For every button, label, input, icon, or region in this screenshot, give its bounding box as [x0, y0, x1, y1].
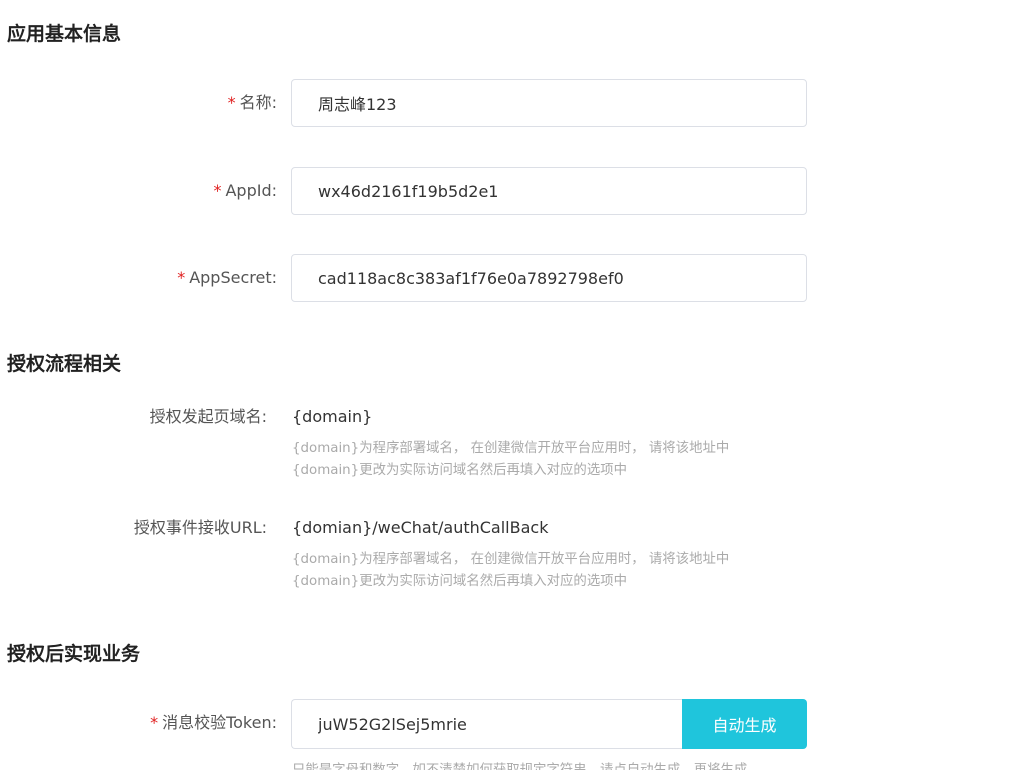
auth-callback-help-2: {domain}更改为实际访问域名然后再填入对应的选项中: [292, 574, 627, 589]
token-label: * 消息校验Token:: [0, 712, 277, 734]
auth-callback-label: 授权事件接收URL:: [133, 518, 267, 537]
auth-domain-value: {domain}: [292, 407, 373, 426]
name-input[interactable]: [291, 79, 807, 127]
section-title-business: 授权后实现业务: [7, 643, 141, 665]
appid-label-text: AppId:: [225, 181, 277, 200]
auth-domain-help-1: {domain}为程序部署域名， 在创建微信开放平台应用时， 请将该地址中: [292, 441, 730, 456]
appid-input[interactable]: [291, 167, 807, 215]
appsecret-label-text: AppSecret:: [189, 268, 277, 287]
required-mark: *: [213, 181, 222, 200]
auth-callback-help-1: {domain}为程序部署域名， 在创建微信开放平台应用时， 请将该地址中: [292, 552, 730, 567]
auth-domain-help-2: {domain}更改为实际访问域名然后再填入对应的选项中: [292, 463, 627, 478]
required-mark: *: [227, 93, 236, 112]
auto-generate-button[interactable]: 自动生成: [682, 699, 807, 749]
name-label-text: 名称:: [239, 93, 277, 112]
required-mark: *: [150, 713, 159, 732]
section-title-basic: 应用基本信息: [7, 23, 122, 45]
token-input[interactable]: [291, 699, 683, 749]
auth-domain-label: 授权发起页域名:: [149, 407, 267, 426]
token-input-group: 自动生成: [291, 699, 807, 749]
appid-label: * AppId:: [0, 180, 277, 202]
name-label: * 名称:: [0, 92, 277, 114]
appsecret-label: * AppSecret:: [0, 267, 277, 289]
auth-callback-value: {domian}/weChat/authCallBack: [292, 518, 549, 537]
app-settings-page: 应用基本信息 *名称: *AppId: *AppSecret: 授权流程相关 授…: [0, 0, 1016, 770]
appsecret-input[interactable]: [291, 254, 807, 302]
required-mark: *: [177, 268, 186, 287]
section-title-auth-flow: 授权流程相关: [7, 353, 122, 375]
token-help: 只能是字母和数字，如不清楚如何获取规定字符串，请点自动生成，再将生成: [292, 760, 747, 770]
token-label-text: 消息校验Token:: [162, 713, 277, 732]
